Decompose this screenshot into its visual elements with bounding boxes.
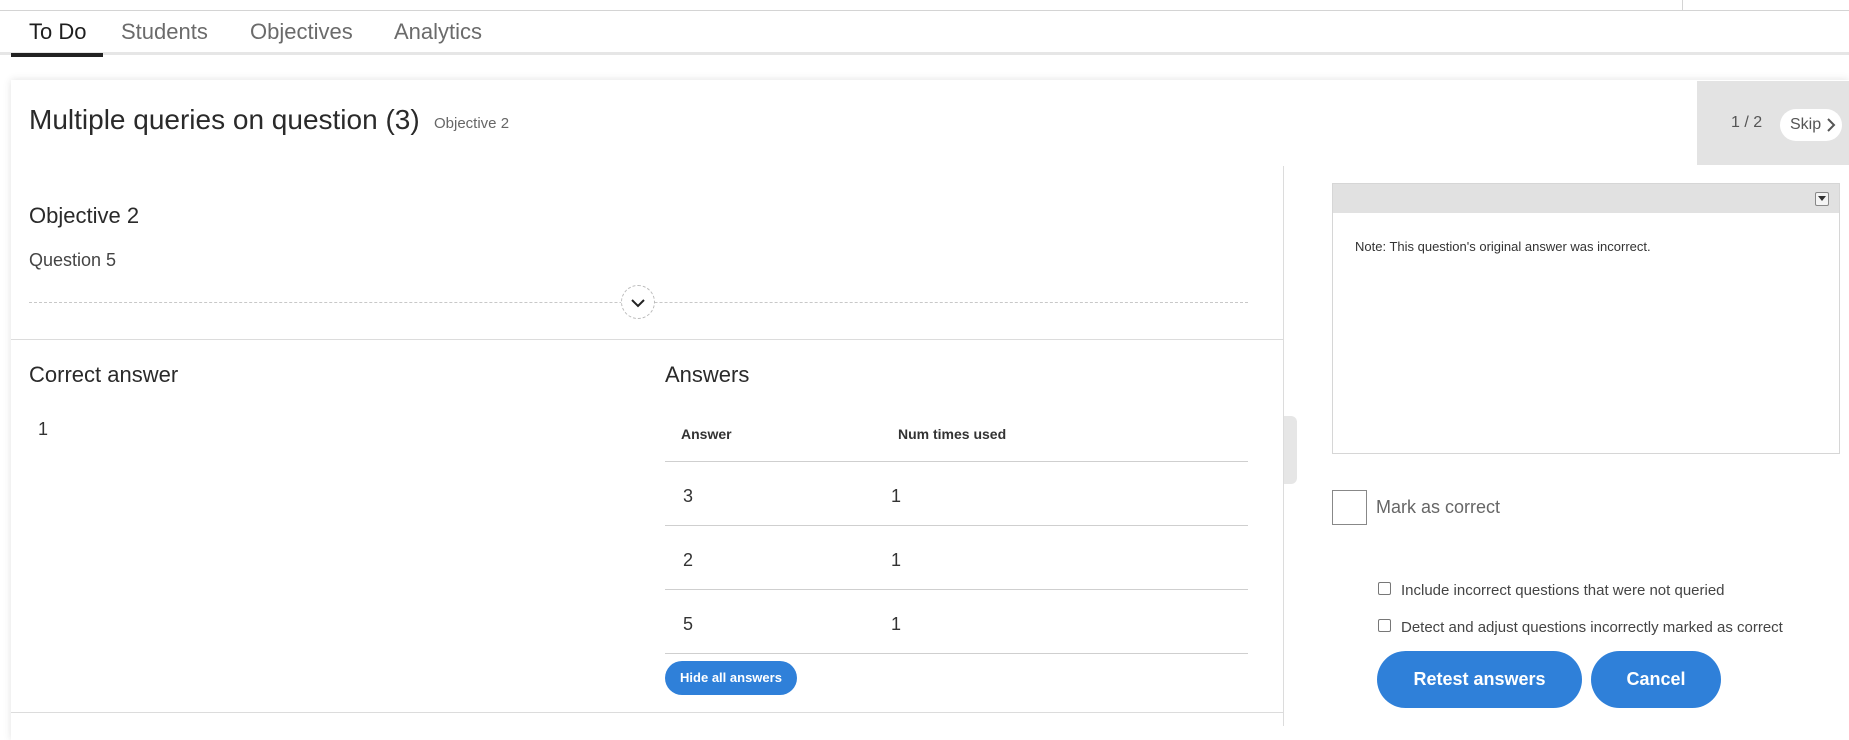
answers-heading: Answers: [665, 362, 750, 387]
tab-bar: To Do Students Objectives Analytics: [0, 11, 1849, 57]
mark-as-correct-label: Mark as correct: [1376, 497, 1501, 517]
include-incorrect-label: Include incorrect questions that were no…: [1401, 582, 1725, 599]
tab-analytics[interactable]: Analytics: [376, 17, 500, 55]
chevron-right-icon: [1826, 109, 1836, 151]
column-header-answer: Answer: [681, 426, 732, 442]
hide-all-answers-button[interactable]: Hide all answers: [665, 661, 797, 695]
skip-label: Skip: [1790, 116, 1822, 133]
table-row: 2 1: [665, 526, 1248, 590]
answer-cell: 3: [683, 486, 694, 506]
detect-adjust-checkbox[interactable]: [1378, 619, 1391, 632]
page-subtitle: Objective 2: [434, 115, 510, 132]
tab-to-do[interactable]: To Do: [11, 17, 104, 55]
answer-cell: 5: [683, 614, 694, 634]
active-tab-indicator: [11, 53, 103, 57]
note-dropdown-toggle[interactable]: [1815, 192, 1829, 206]
question-label: Question 5: [29, 250, 117, 270]
answer-cell: 2: [683, 550, 694, 570]
top-divider: [1682, 0, 1683, 10]
count-cell: 1: [891, 614, 902, 634]
table-header: Answer Num times used: [665, 416, 1248, 462]
correct-answer-heading: Correct answer: [29, 362, 179, 387]
count-cell: 1: [891, 550, 902, 570]
chevron-down-icon: [631, 299, 645, 308]
count-cell: 1: [891, 486, 902, 506]
answers-table: Answer Num times used 3 1 2 1 5 1: [665, 416, 1248, 654]
detect-adjust-label: Detect and adjust questions incorrectly …: [1401, 619, 1783, 636]
note-panel: Note: This question's original answer wa…: [1332, 183, 1840, 454]
pager-count: 1 / 2: [1731, 114, 1763, 131]
mark-as-correct-checkbox[interactable]: [1332, 490, 1367, 525]
note-toolbar: [1333, 184, 1839, 213]
objective-heading: Objective 2: [29, 203, 140, 228]
include-incorrect-checkbox[interactable]: [1378, 582, 1391, 595]
expand-button[interactable]: [621, 285, 655, 319]
table-row: 5 1: [665, 590, 1248, 654]
cancel-button[interactable]: Cancel: [1591, 651, 1721, 708]
panel-resize-handle[interactable]: [1284, 416, 1297, 484]
pager: 1 / 2 Skip: [1697, 81, 1849, 165]
tab-students[interactable]: Students: [103, 17, 226, 55]
section-separator: [11, 339, 1283, 340]
page-title: Multiple queries on question (3): [29, 104, 420, 135]
skip-button[interactable]: Skip: [1780, 109, 1842, 141]
retest-answers-button[interactable]: Retest answers: [1377, 651, 1582, 708]
note-text: Note: This question's original answer wa…: [1355, 239, 1651, 254]
bottom-separator: [11, 712, 1283, 713]
correct-answer-value: 1: [38, 419, 49, 439]
table-row: 3 1: [665, 462, 1248, 526]
tab-objectives[interactable]: Objectives: [232, 17, 371, 55]
caret-down-icon: [1818, 196, 1826, 201]
column-header-num-times-used: Num times used: [898, 426, 1007, 442]
